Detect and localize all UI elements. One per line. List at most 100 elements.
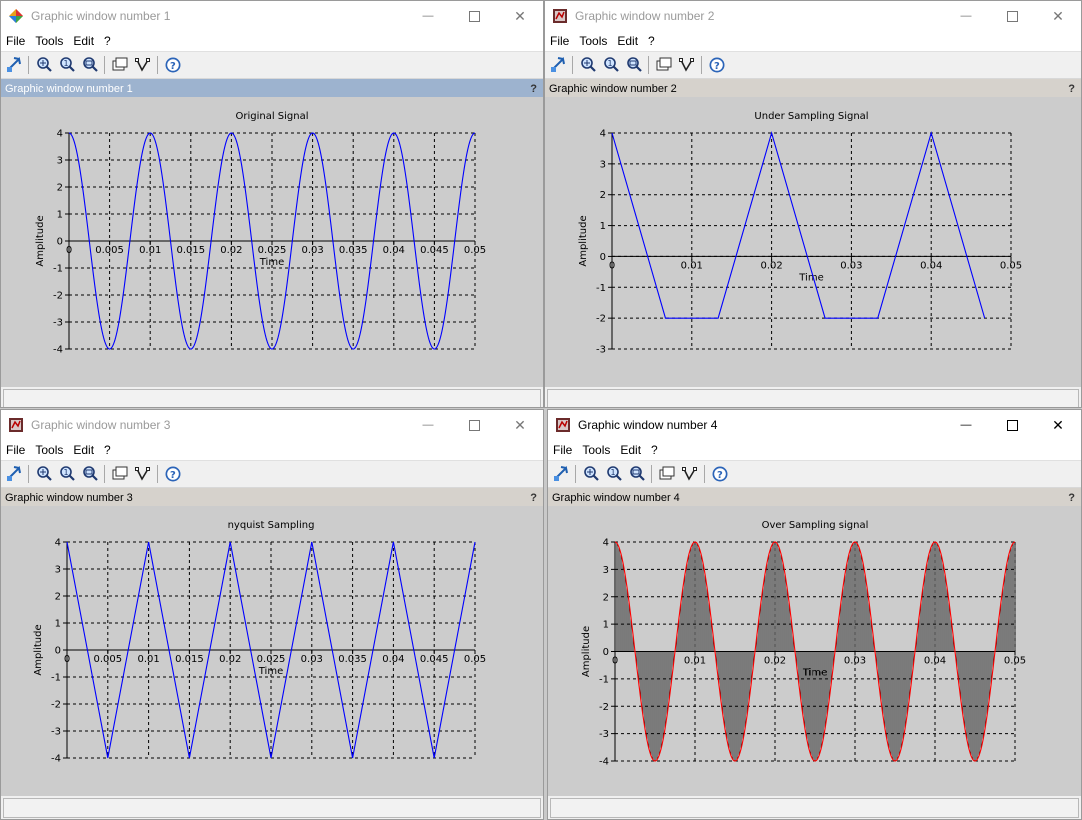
figure-help-button[interactable]: ? xyxy=(1068,492,1075,504)
x-tick-label: 0.02 xyxy=(764,656,786,667)
x-tick-label: 0.01 xyxy=(684,656,706,667)
datatip-button[interactable] xyxy=(653,55,674,75)
y-tick-label: -1 xyxy=(53,264,63,275)
rotate-button[interactable] xyxy=(3,55,24,75)
zoom-out-button[interactable] xyxy=(79,464,100,484)
close-icon[interactable]: ✕ xyxy=(497,410,543,440)
rotate-button[interactable] xyxy=(550,464,571,484)
zoom-out-button[interactable] xyxy=(623,55,644,75)
menu-file[interactable]: File xyxy=(1,34,30,48)
zoom-grid-button[interactable] xyxy=(33,464,54,484)
x-tick-label: 0.01 xyxy=(681,260,703,271)
graphic-window-1[interactable]: Graphic window number 1— ✕ File Tools Edit? 1… xyxy=(0,0,544,408)
rotate-button[interactable] xyxy=(3,464,24,484)
title-bar[interactable]: Graphic window number 3 — ✕ xyxy=(1,410,543,440)
menu-tools[interactable]: Tools xyxy=(30,443,68,457)
menu-bar: File Tools Edit? xyxy=(545,31,1081,52)
graphic-window-2[interactable]: Graphic window number 2— ✕ File Tools Edit? 1… xyxy=(544,0,1082,408)
close-icon[interactable]: ✕ xyxy=(1035,1,1081,31)
zoom-out-button[interactable] xyxy=(79,55,100,75)
menu-tools[interactable]: Tools xyxy=(577,443,615,457)
edit-curve-icon xyxy=(681,465,699,483)
help-button[interactable]: ? xyxy=(706,55,727,75)
menu-edit[interactable]: Edit xyxy=(612,34,643,48)
menu-file[interactable]: File xyxy=(548,443,577,457)
datatip-button[interactable] xyxy=(109,55,130,75)
zoom-grid-icon xyxy=(579,56,597,74)
toolbar-separator xyxy=(28,56,29,74)
maximize-icon[interactable] xyxy=(451,410,497,440)
figure-help-button[interactable]: ? xyxy=(530,83,537,95)
toolbar-separator xyxy=(651,465,652,483)
x-tick-label: 0 xyxy=(66,245,72,256)
menu-help[interactable]: ? xyxy=(99,34,116,48)
y-axis-label: Amplitude xyxy=(581,626,592,677)
zoom-out-button[interactable] xyxy=(626,464,647,484)
menu-file[interactable]: File xyxy=(545,34,574,48)
help-button[interactable]: ? xyxy=(162,55,183,75)
minimize-icon[interactable]: — xyxy=(405,410,451,440)
menu-help[interactable]: ? xyxy=(643,34,660,48)
maximize-icon[interactable] xyxy=(989,410,1035,440)
edit-curve-button[interactable] xyxy=(679,464,700,484)
datatip-button[interactable] xyxy=(656,464,677,484)
y-tick-label: 1 xyxy=(600,221,606,232)
help-button[interactable]: ? xyxy=(709,464,730,484)
close-icon[interactable]: ✕ xyxy=(1035,410,1081,440)
plot-area[interactable]: Over Sampling signal 4 3 2 1 0 -1 -2 -3 -4 0 0.01 0.… xyxy=(548,506,1081,796)
menu-edit[interactable]: Edit xyxy=(615,443,646,457)
minimize-icon[interactable]: — xyxy=(943,1,989,31)
zoom-grid-button[interactable] xyxy=(580,464,601,484)
title-bar[interactable]: Graphic window number 4 — ✕ xyxy=(548,410,1081,440)
plot-area[interactable]: Under Sampling Signal 4 3 2 1 0 -1 -2 -3 0 0.01 0.0… xyxy=(545,97,1081,387)
minimize-icon[interactable]: — xyxy=(405,1,451,31)
toolbar: 1? xyxy=(1,461,543,488)
menu-help[interactable]: ? xyxy=(646,443,663,457)
menu-tools[interactable]: Tools xyxy=(30,34,68,48)
menu-edit[interactable]: Edit xyxy=(68,443,99,457)
zoom-in-icon: 1 xyxy=(58,465,76,483)
maximize-icon[interactable] xyxy=(451,1,497,31)
zoom-grid-icon xyxy=(582,465,600,483)
menu-edit[interactable]: Edit xyxy=(68,34,99,48)
figure-label-bar[interactable]: Graphic window number 2? xyxy=(545,79,1081,98)
maximize-icon[interactable] xyxy=(989,1,1035,31)
zoom-grid-button[interactable] xyxy=(33,55,54,75)
status-bar xyxy=(3,389,541,407)
plot-area[interactable]: Original Signal 4 3 2 1 0 -1 -2 -3 -4 0 0.005 0.01 0.… xyxy=(1,97,543,387)
help-button[interactable]: ? xyxy=(162,464,183,484)
toolbar-separator xyxy=(575,465,576,483)
title-bar[interactable]: Graphic window number 2 — ✕ xyxy=(545,1,1081,31)
edit-curve-button[interactable] xyxy=(132,464,153,484)
help-icon: ? xyxy=(711,465,729,483)
title-bar[interactable]: Graphic window number 1 — ✕ xyxy=(1,1,543,31)
figure-help-button[interactable]: ? xyxy=(530,492,537,504)
figure-label-bar[interactable]: Graphic window number 3? xyxy=(1,488,543,507)
zoom-in-button[interactable]: 1 xyxy=(56,55,77,75)
edit-curve-button[interactable] xyxy=(676,55,697,75)
minimize-icon[interactable]: — xyxy=(943,410,989,440)
close-icon[interactable]: ✕ xyxy=(497,1,543,31)
graphic-window-4[interactable]: Graphic window number 4— ✕ File Tools Edit? 1… xyxy=(547,409,1082,820)
datatip-icon xyxy=(655,56,673,74)
menu-file[interactable]: File xyxy=(1,443,30,457)
menu-help[interactable]: ? xyxy=(99,443,116,457)
graphic-window-3[interactable]: Graphic window number 3— ✕ File Tools Edit? 1… xyxy=(0,409,544,820)
zoom-in-button[interactable]: 1 xyxy=(56,464,77,484)
figure-help-button[interactable]: ? xyxy=(1068,83,1075,95)
zoom-in-button[interactable]: 1 xyxy=(603,464,624,484)
figure-label-bar[interactable]: Graphic window number 1? xyxy=(1,79,543,98)
x-tick-label: 0.03 xyxy=(840,260,862,271)
edit-curve-button[interactable] xyxy=(132,55,153,75)
y-tick-label: 2 xyxy=(600,190,606,201)
zoom-in-button[interactable]: 1 xyxy=(600,55,621,75)
window-title: Graphic window number 2 xyxy=(575,9,715,23)
plot-area[interactable]: nyquist Sampling 4 3 2 1 0 -1 -2 -3 -4 0 0.005 0.01 0… xyxy=(1,506,543,796)
rotate-button[interactable] xyxy=(547,55,568,75)
toolbar-separator xyxy=(704,465,705,483)
menu-tools[interactable]: Tools xyxy=(574,34,612,48)
rotate-icon xyxy=(5,465,23,483)
figure-label-bar[interactable]: Graphic window number 4? xyxy=(548,488,1081,507)
datatip-button[interactable] xyxy=(109,464,130,484)
zoom-grid-button[interactable] xyxy=(577,55,598,75)
